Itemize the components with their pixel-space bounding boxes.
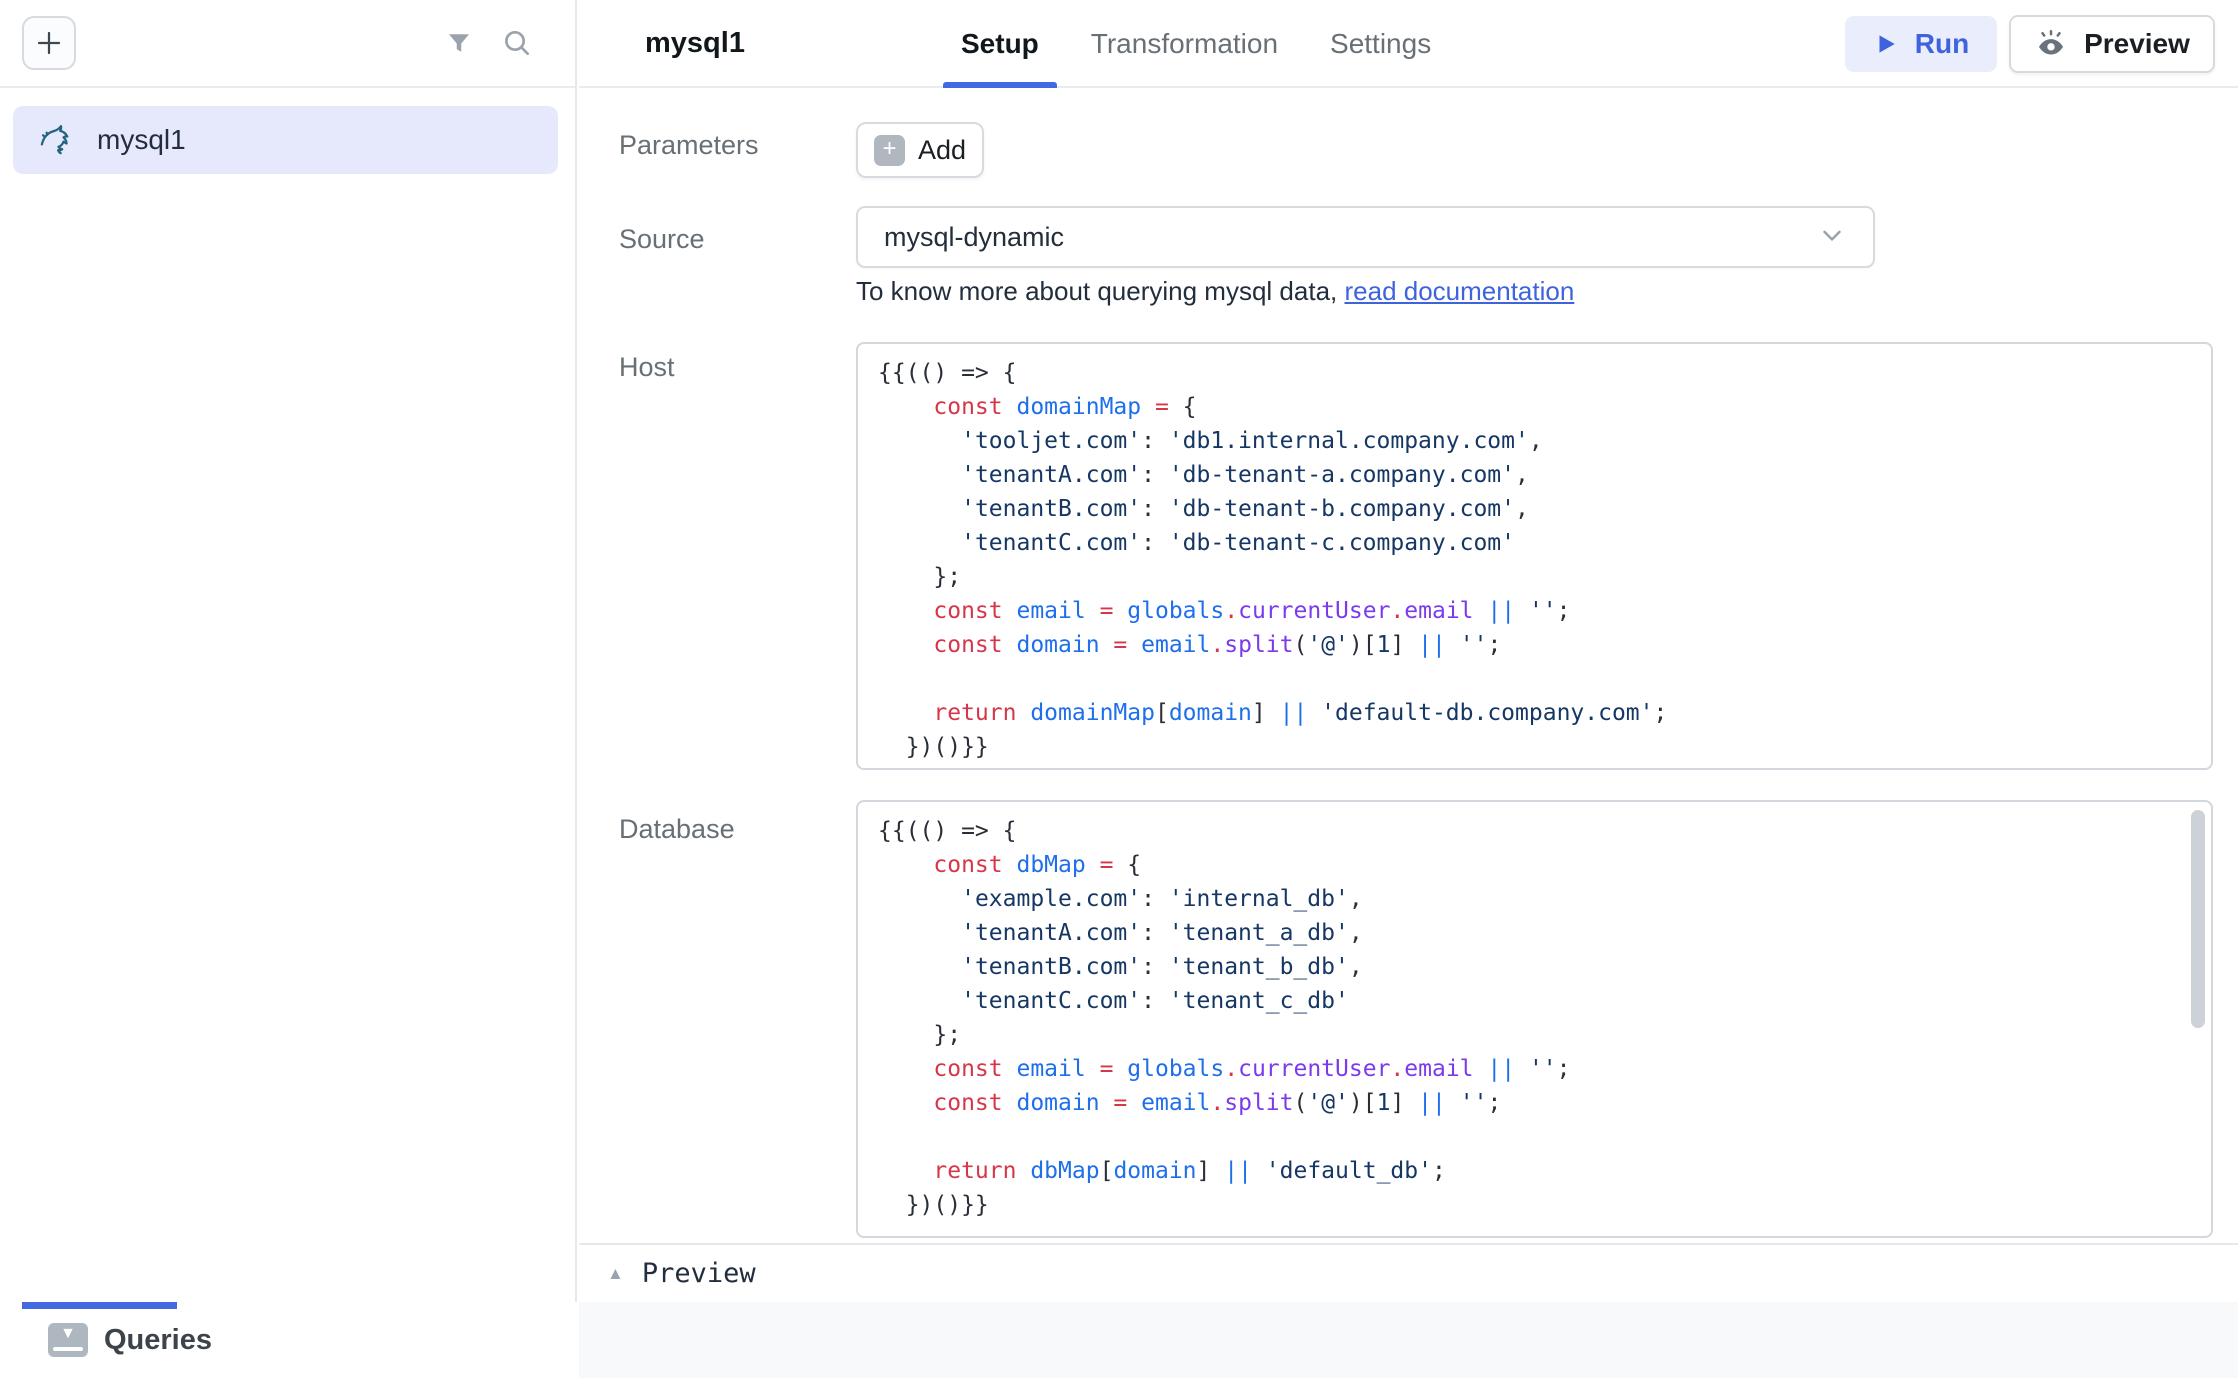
code-line [878,1120,2191,1154]
tab-transformation[interactable]: Transformation [1091,0,1278,88]
collapse-triangle-icon: ▲ [607,1264,624,1284]
preview-section-toggle[interactable]: ▲ Preview [579,1243,2238,1304]
database-code-editor[interactable]: {{(() => { const dbMap = { 'example.com'… [856,800,2213,1238]
plus-icon: + [874,135,905,166]
add-parameter-button[interactable]: + Add [856,122,984,178]
tab-settings[interactable]: Settings [1330,0,1431,88]
help-prefix: To know more about querying mysql data, [856,276,1344,306]
source-help-text: To know more about querying mysql data, … [856,276,1574,307]
query-header: mysql1 Setup Transformation Settings Run [579,0,2238,88]
queries-tab-active-indicator [22,1302,177,1309]
preview-section-label: Preview [642,1258,756,1289]
code-line: 'tenantB.com': 'tenant_b_db', [878,950,2191,984]
mysql-dolphin-icon [33,118,77,162]
add-query-button[interactable] [22,16,76,70]
filter-icon [444,28,474,58]
source-selected-value: mysql-dynamic [884,222,1064,253]
code-line: {{(() => { [878,356,2191,390]
code-line [878,662,2191,696]
code-line: 'tenantA.com': 'db-tenant-a.company.com'… [878,458,2191,492]
query-editor-panel: mysql1 Setup Transformation Settings Run [579,0,2238,1302]
bottom-bar: ▼ Queries [0,1302,2238,1378]
query-editor-app: mysql1 mysql1 Setup Transformation Setti… [0,0,2238,1378]
code-line: 'tenantA.com': 'tenant_a_db', [878,916,2191,950]
code-line: }; [878,1018,2191,1052]
query-name-label: mysql1 [97,124,186,156]
code-line: 'tenantB.com': 'db-tenant-b.company.com'… [878,492,2191,526]
host-label: Host [619,352,675,383]
run-button[interactable]: Run [1845,16,1997,72]
bottom-bar-right [579,1302,2238,1378]
code-line: const email = globals.currentUser.email … [878,1052,2191,1086]
tab-setup[interactable]: Setup [961,0,1039,88]
search-icon [501,27,533,59]
sidebar-item-mysql1[interactable]: mysql1 [13,106,558,174]
source-label: Source [619,224,705,255]
scrollbar-thumb[interactable] [2191,810,2205,1028]
header-actions: Run Preview [1845,0,2215,88]
database-label: Database [619,814,735,845]
preview-label: Preview [2084,28,2190,60]
code-line: const domain = email.split('@')[1] || ''… [878,1086,2191,1120]
read-documentation-link[interactable]: read documentation [1344,276,1574,306]
source-select[interactable]: mysql-dynamic [856,206,1875,268]
queries-sidebar: mysql1 [0,0,577,1302]
code-line: })()}} [878,1188,2191,1222]
code-line: 'tenantC.com': 'tenant_c_db' [878,984,2191,1018]
add-parameter-label: Add [918,135,966,166]
preview-button[interactable]: Preview [2009,15,2215,73]
queries-tray-icon: ▼ [48,1323,88,1357]
code-line: })()}} [878,730,2191,764]
query-title: mysql1 [645,27,745,60]
sidebar-toolbar [0,0,575,88]
code-line: 'example.com': 'internal_db', [878,882,2191,916]
query-tabs: Setup Transformation Settings [961,0,1431,88]
code-line: {{(() => { [878,814,2191,848]
code-line: const domainMap = { [878,390,2191,424]
chevron-down-icon [1817,220,1847,255]
play-icon [1873,31,1899,57]
parameters-label: Parameters [619,130,759,161]
filter-queries-button[interactable] [439,23,479,63]
queries-tab[interactable]: ▼ Queries [0,1302,577,1378]
eye-icon [2034,27,2068,61]
code-line: return domainMap[domain] || 'default-db.… [878,696,2191,730]
plus-icon [34,28,64,58]
run-label: Run [1915,28,1969,60]
code-line: 'tenantC.com': 'db-tenant-c.company.com' [878,526,2191,560]
code-line: 'tooljet.com': 'db1.internal.company.com… [878,424,2191,458]
host-code-editor[interactable]: {{(() => { const domainMap = { 'tooljet.… [856,342,2213,770]
code-line: return dbMap[domain] || 'default_db'; [878,1154,2191,1188]
code-line: const domain = email.split('@')[1] || ''… [878,628,2191,662]
code-line: const dbMap = { [878,848,2191,882]
queries-tab-label: Queries [104,1324,212,1357]
code-line: const email = globals.currentUser.email … [878,594,2191,628]
code-line: }; [878,560,2191,594]
search-queries-button[interactable] [497,23,537,63]
